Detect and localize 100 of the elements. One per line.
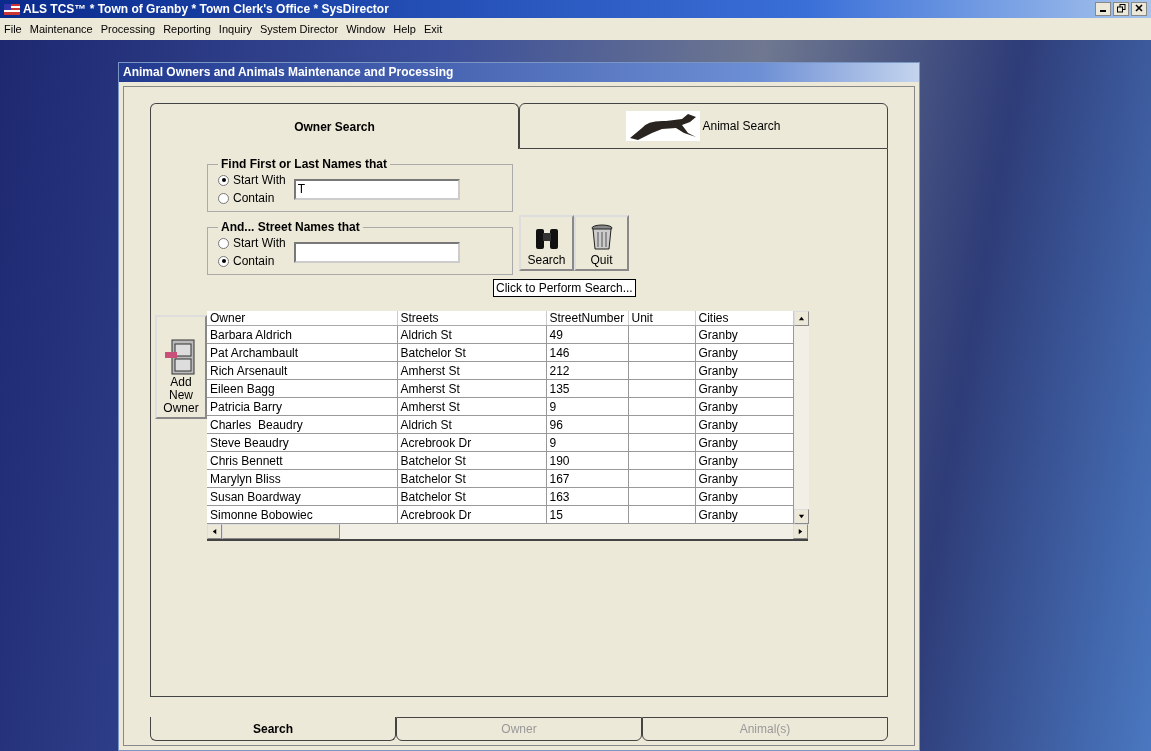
table-cell <box>628 361 695 380</box>
table-cell: Simonne Bobowiec <box>207 505 397 524</box>
table-cell: 146 <box>546 343 628 362</box>
table-cell: Granby <box>695 451 793 470</box>
flag-icon <box>4 3 20 15</box>
table-cell <box>628 397 695 416</box>
table-cell: Patricia Barry <box>207 397 397 416</box>
table-cell: Granby <box>695 487 793 506</box>
radio-label: Start With <box>233 236 286 250</box>
table-cell: 163 <box>546 487 628 506</box>
table-cell: Barbara Aldrich <box>207 325 397 344</box>
table-cell <box>628 505 695 524</box>
radio-label: Start With <box>233 173 286 187</box>
trash-can-icon <box>589 223 614 251</box>
table-cell: 96 <box>546 415 628 434</box>
group-title: And... Street Names that <box>220 220 361 234</box>
table-cell: 190 <box>546 451 628 470</box>
tab[interactable]: Animal Search <box>519 103 888 149</box>
table-cell <box>628 343 695 362</box>
table-cell: Batchelor St <box>397 451 546 470</box>
table-cell: Granby <box>695 343 793 362</box>
table-cell: Acrebrook Dr <box>397 433 546 452</box>
table-cell: Granby <box>695 361 793 380</box>
table-cell: Chris Bennett <box>207 451 397 470</box>
table-cell: Batchelor St <box>397 343 546 362</box>
table-cell: Granby <box>695 379 793 398</box>
tab[interactable]: Search <box>150 717 396 741</box>
quit-button[interactable]: Quit <box>574 215 629 271</box>
table-cell: Aldrich St <box>397 325 546 344</box>
add-owner-button[interactable]: Add New Owner <box>155 315 207 419</box>
column-header[interactable]: Cities <box>695 311 793 326</box>
radio-button[interactable] <box>218 192 229 204</box>
radio-button[interactable] <box>218 237 229 249</box>
table-cell: Granby <box>695 325 793 344</box>
menu-item[interactable]: Reporting <box>163 23 211 35</box>
table-cell: 135 <box>546 379 628 398</box>
table-cell: Amherst St <box>397 397 546 416</box>
table-cell: Aldrich St <box>397 415 546 434</box>
table-cell: Batchelor St <box>397 469 546 488</box>
column-header[interactable]: Streets <box>397 311 546 326</box>
input-field[interactable]: T <box>293 178 460 200</box>
radio-option[interactable]: Contain <box>218 191 286 205</box>
table-cell: Amherst St <box>397 361 546 380</box>
radio-option[interactable]: Contain <box>218 254 286 268</box>
table-cell: Granby <box>695 415 793 434</box>
table-cell <box>628 469 695 488</box>
input-field[interactable] <box>293 241 460 263</box>
table-cell: Granby <box>695 505 793 524</box>
table-cell: Charles Beaudry <box>207 415 397 434</box>
radio-button[interactable] <box>218 255 229 267</box>
tab[interactable]: Owner Search <box>150 103 519 149</box>
horizontal-scrollbar[interactable] <box>207 524 808 539</box>
search-button[interactable]: Search <box>519 215 574 271</box>
right-arrow-icon <box>797 528 804 535</box>
table-cell: 9 <box>546 397 628 416</box>
table-cell: Granby <box>695 469 793 488</box>
radio-button[interactable] <box>218 174 229 186</box>
tooltip: Click to Perform Search... <box>493 279 636 297</box>
table-cell <box>628 487 695 506</box>
up-arrow-icon <box>797 315 805 322</box>
running-dog-icon <box>626 111 701 141</box>
menu-item[interactable]: Maintenance <box>29 23 93 35</box>
restore-button[interactable] <box>1113 2 1129 16</box>
menu-item[interactable]: Exit <box>423 23 443 35</box>
table-cell <box>628 433 695 452</box>
window-title: Animal Owners and Animals Maintenance and Processing <box>119 63 919 82</box>
table-cell <box>628 451 695 470</box>
restore-icon <box>1116 3 1126 13</box>
menu-item[interactable]: Help <box>393 23 416 35</box>
table-cell <box>628 325 695 344</box>
menu-item[interactable]: Window <box>346 23 386 35</box>
menu-item[interactable]: Inquiry <box>218 23 252 35</box>
table-cell: Granby <box>695 433 793 452</box>
table-cell: 15 <box>546 505 628 524</box>
table-cell: Steve Beaudry <box>207 433 397 452</box>
table-cell: 212 <box>546 361 628 380</box>
minimize-button[interactable] <box>1095 2 1111 16</box>
radio-option[interactable]: Start With <box>218 236 286 250</box>
column-header[interactable]: StreetNumber <box>546 311 628 326</box>
radio-label: Contain <box>233 191 275 205</box>
table-cell: Rich Arsenault <box>207 361 397 380</box>
column-header[interactable]: Owner <box>207 311 397 326</box>
group-title: Find First or Last Names that <box>220 157 389 171</box>
menu-item[interactable]: File <box>4 23 22 35</box>
column-header[interactable]: Unit <box>628 311 695 326</box>
close-button[interactable] <box>1131 2 1147 16</box>
table-cell: Pat Archambault <box>207 343 397 362</box>
table-cell: Marylyn Bliss <box>207 469 397 488</box>
radio-label: Contain <box>233 254 275 268</box>
table-cell: 167 <box>546 469 628 488</box>
down-arrow-icon <box>797 513 805 520</box>
left-arrow-icon <box>211 528 218 535</box>
table-cell: Acrebrook Dr <box>397 505 546 524</box>
menu-item[interactable]: Processing <box>100 23 156 35</box>
menu-item[interactable]: System Director <box>259 23 339 35</box>
table-cell: Eileen Bagg <box>207 379 397 398</box>
radio-option[interactable]: Start With <box>218 173 286 187</box>
table-cell: Amherst St <box>397 379 546 398</box>
table-cell: 49 <box>546 325 628 344</box>
app-title: ALS TCS™ * Town of Granby * Town Clerk's Office * SysDirector <box>23 2 389 16</box>
